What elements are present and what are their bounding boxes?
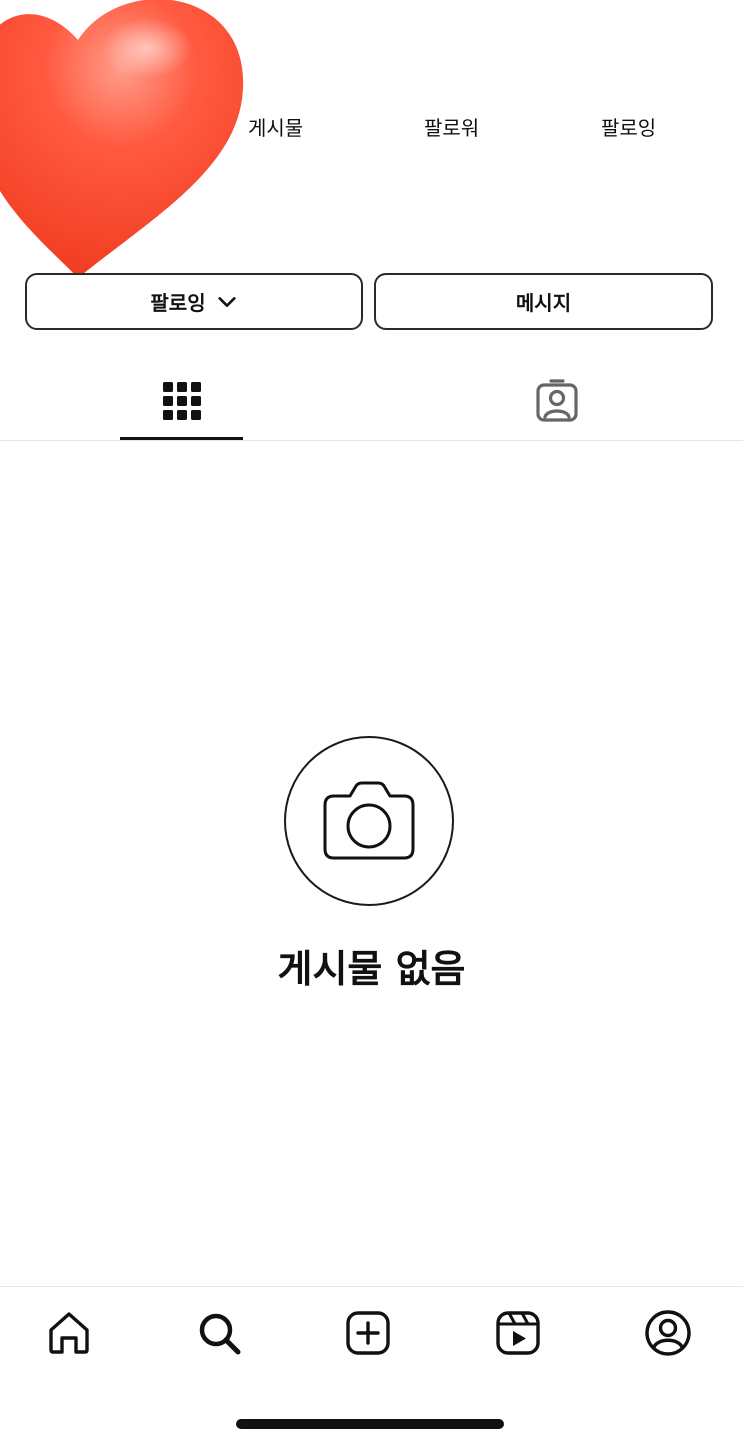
grid-icon (162, 382, 201, 420)
create-icon (346, 1311, 390, 1355)
home-icon (49, 1312, 89, 1354)
profile-icon (645, 1310, 691, 1356)
empty-state-title: 게시물 없음 (277, 947, 466, 991)
following-count-label[interactable]: 팔로잉 (601, 112, 656, 141)
nav-home[interactable] (44, 1308, 94, 1358)
tab-posts-grid[interactable] (120, 362, 243, 440)
followers-count-label[interactable]: 팔로워 (424, 112, 479, 141)
tagged-icon (535, 379, 578, 422)
message-button[interactable]: 메시지 (374, 273, 713, 330)
search-icon (199, 1313, 241, 1355)
following-button[interactable]: 팔로잉 (25, 273, 363, 330)
chevron-down-icon (217, 296, 236, 307)
posts-count-label[interactable]: 게시물 (248, 112, 303, 141)
reels-icon (496, 1311, 540, 1355)
tab-tagged[interactable] (495, 362, 618, 440)
bottom-nav-divider (0, 1286, 743, 1287)
tabs-divider (0, 440, 743, 441)
nav-reels[interactable] (493, 1308, 543, 1358)
nav-create[interactable] (343, 1308, 393, 1358)
message-button-label: 메시지 (515, 291, 572, 315)
empty-state-icon-circle (284, 736, 454, 906)
following-button-label: 팔로잉 (150, 291, 206, 315)
nav-search[interactable] (194, 1308, 244, 1358)
nav-profile[interactable] (643, 1308, 693, 1358)
camera-icon (323, 781, 415, 860)
heart-sticker (0, 0, 244, 278)
home-indicator[interactable] (236, 1419, 504, 1429)
